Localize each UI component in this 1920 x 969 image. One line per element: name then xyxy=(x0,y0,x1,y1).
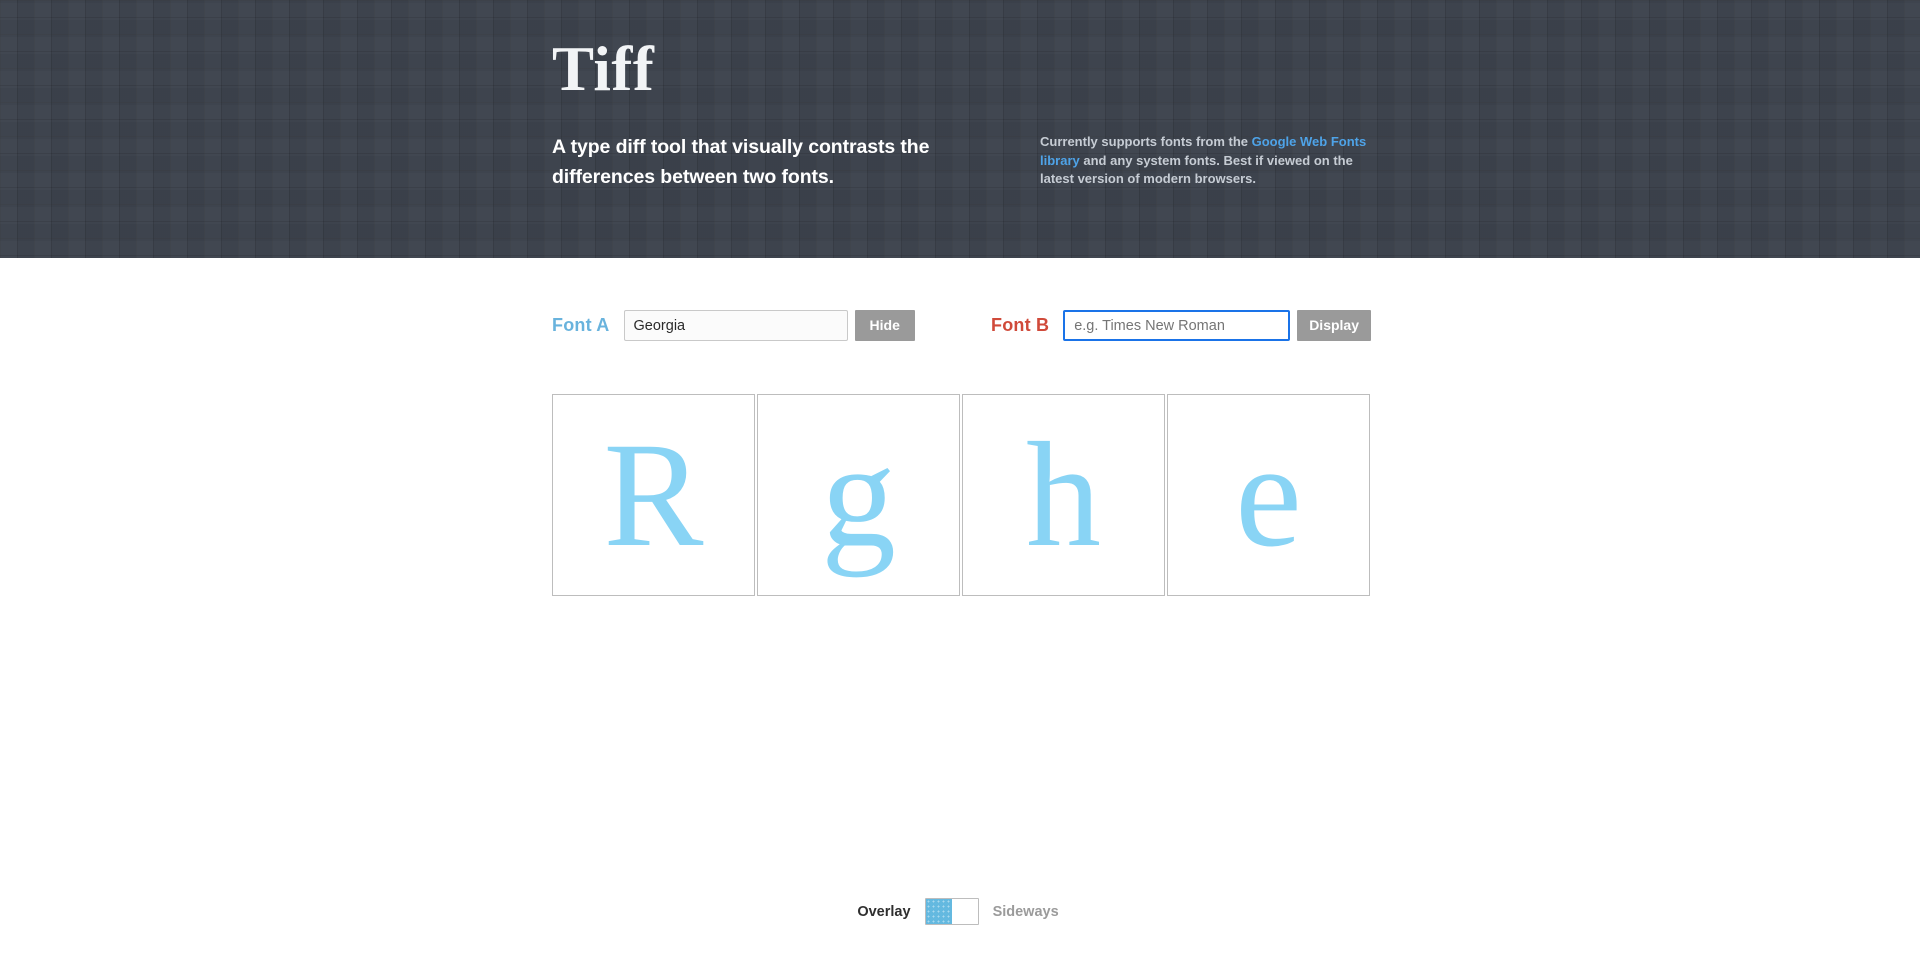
support-note-before: Currently supports fonts from the xyxy=(1040,134,1252,149)
glyph-box: g xyxy=(757,394,960,596)
view-mode-sideways-label[interactable]: Sideways xyxy=(993,904,1059,920)
glyph-char: e xyxy=(1235,412,1302,578)
font-b-input[interactable] xyxy=(1063,310,1291,341)
hide-font-a-button[interactable]: Hide xyxy=(854,310,915,341)
main-content: Font A Hide Font B Display R g h e Overl… xyxy=(0,258,1920,969)
view-mode-toggle-knob[interactable] xyxy=(925,899,952,924)
font-a-group: Font A Hide xyxy=(552,310,915,341)
support-note-after: and any system fonts. Best if viewed on … xyxy=(1040,152,1353,187)
header-content: Tiff A type diff tool that visually cont… xyxy=(0,0,1920,258)
font-a-input[interactable] xyxy=(623,310,848,341)
view-mode-toggle[interactable] xyxy=(924,898,979,925)
glyph-box: h xyxy=(962,394,1165,596)
display-font-b-button[interactable]: Display xyxy=(1297,310,1371,341)
glyph-comparison-row: R g h e xyxy=(552,394,1370,596)
glyph-char: g xyxy=(821,412,896,578)
support-note: Currently supports fonts from the Google… xyxy=(1040,133,1370,189)
glyph-char: R xyxy=(603,412,704,578)
view-mode-row: Overlay Sideways xyxy=(0,898,1920,925)
page-title: Tiff xyxy=(552,34,655,104)
view-mode-group: Overlay Sideways xyxy=(857,898,1059,925)
glyph-box: R xyxy=(552,394,755,596)
tagline: A type diff tool that visually contrasts… xyxy=(552,136,930,188)
font-b-label: Font B xyxy=(991,315,1050,335)
page-header: Tiff A type diff tool that visually cont… xyxy=(0,0,1920,258)
view-mode-overlay-label[interactable]: Overlay xyxy=(857,904,910,920)
font-controls: Font A Hide Font B Display xyxy=(0,310,1920,350)
glyph-box: e xyxy=(1167,394,1370,596)
font-b-group: Font B Display xyxy=(991,310,1371,341)
glyph-char: h xyxy=(1026,412,1101,578)
font-a-label: Font A xyxy=(552,315,610,335)
